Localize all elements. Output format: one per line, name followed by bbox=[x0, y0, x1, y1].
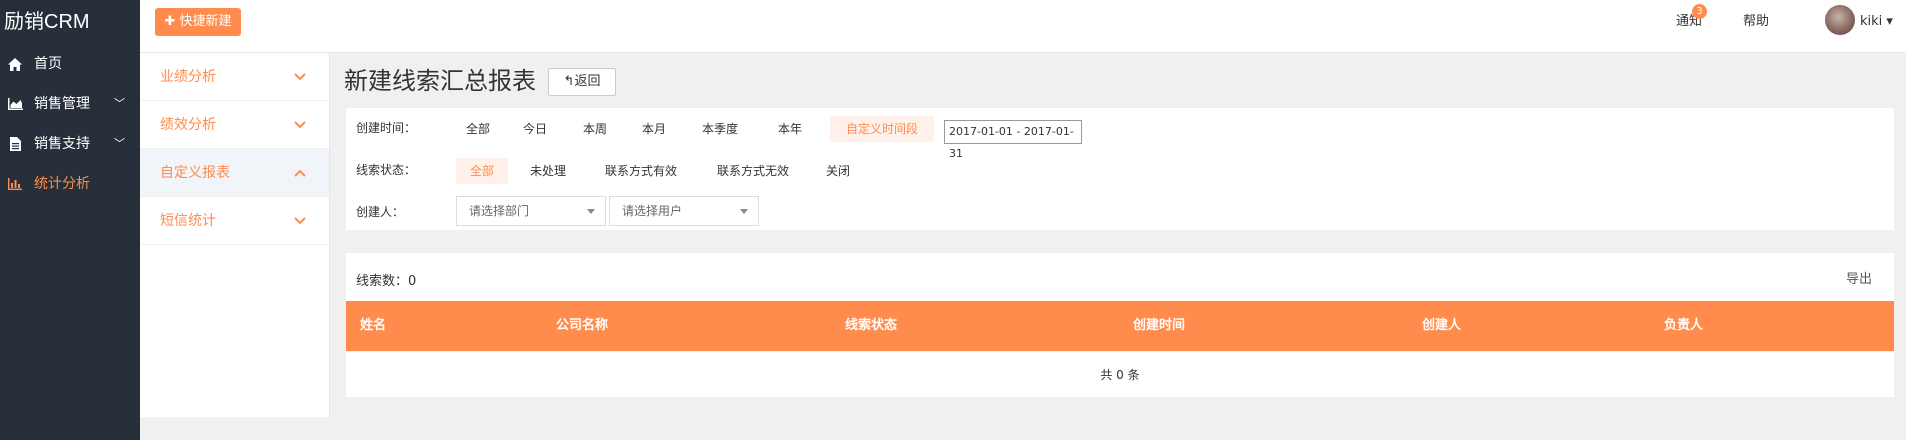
submenu-item-sms-statistics[interactable]: 短信统计 bbox=[140, 197, 329, 245]
user-select[interactable]: 请选择用户 bbox=[609, 196, 759, 226]
quick-new-button[interactable]: ✚ 快捷新建 bbox=[155, 8, 241, 36]
time-option-this-year[interactable]: 本年 bbox=[768, 116, 812, 142]
sidebar-item-sales-support[interactable]: 销售支持 ﹀ bbox=[0, 124, 140, 164]
time-option-this-quarter[interactable]: 本季度 bbox=[694, 116, 746, 142]
sidebar-item-statistics[interactable]: 统计分析 bbox=[0, 164, 140, 204]
column-header-created-time[interactable]: 创建时间 bbox=[1133, 301, 1185, 351]
home-icon bbox=[6, 44, 24, 84]
user-select-placeholder: 请选择用户 bbox=[622, 204, 683, 218]
caret-down-icon bbox=[740, 209, 748, 214]
page-title: 新建线索汇总报表 bbox=[344, 67, 536, 95]
filter-panel: 创建时间： 全部 今日 本周 本月 本季度 本年 自定义时间段 2017-01-… bbox=[346, 108, 1894, 230]
department-select[interactable]: 请选择部门 bbox=[456, 196, 606, 226]
bar-chart-icon bbox=[6, 164, 24, 204]
chevron-down-icon: ﹀ bbox=[114, 97, 125, 110]
document-icon bbox=[6, 124, 24, 164]
table-empty-summary: 共 0 条 bbox=[346, 351, 1894, 397]
creator-label: 创建人： bbox=[356, 205, 405, 219]
sidebar-item-label: 销售管理 bbox=[34, 96, 90, 112]
submenu-item-label: 自定义报表 bbox=[160, 165, 230, 181]
status-option-closed[interactable]: 关闭 bbox=[816, 158, 860, 184]
leads-table-panel: 线索数：0 导出 姓名 公司名称 线索状态 创建时间 创建人 负责人 共 0 条 bbox=[346, 253, 1894, 397]
chevron-down-icon bbox=[293, 53, 307, 101]
notification-count-badge: 3 bbox=[1692, 4, 1707, 19]
submenu-item-custom-report[interactable]: 自定义报表 bbox=[140, 149, 329, 197]
top-bar: ✚ 快捷新建 通知 3 帮助 kiki ▾ bbox=[140, 0, 1906, 53]
sidebar-item-sales-management[interactable]: 销售管理 ﹀ bbox=[0, 84, 140, 124]
chevron-down-icon: ﹀ bbox=[114, 137, 125, 150]
time-option-this-week[interactable]: 本周 bbox=[573, 116, 617, 142]
submenu-item-performance-analysis[interactable]: 业绩分析 bbox=[140, 53, 329, 101]
sidebar-item-label: 统计分析 bbox=[34, 176, 90, 192]
time-option-today[interactable]: 今日 bbox=[513, 116, 557, 142]
column-header-company[interactable]: 公司名称 bbox=[556, 301, 608, 351]
status-option-all[interactable]: 全部 bbox=[456, 158, 508, 184]
status-option-unprocessed[interactable]: 未处理 bbox=[520, 158, 576, 184]
time-option-all[interactable]: 全部 bbox=[456, 116, 500, 142]
user-menu[interactable]: kiki ▾ bbox=[1860, 10, 1893, 34]
export-button[interactable]: 导出 bbox=[1846, 268, 1872, 287]
sidebar-item-label: 首页 bbox=[34, 56, 62, 72]
table-header: 姓名 公司名称 线索状态 创建时间 创建人 负责人 bbox=[346, 301, 1894, 351]
column-header-lead-status[interactable]: 线索状态 bbox=[845, 301, 897, 351]
chevron-up-icon bbox=[293, 149, 307, 197]
submenu-item-kpi-analysis[interactable]: 绩效分析 bbox=[140, 101, 329, 149]
back-button[interactable]: ↰返回 bbox=[548, 68, 616, 96]
lead-status-label: 线索状态： bbox=[356, 163, 417, 177]
report-submenu: 业绩分析 绩效分析 自定义报表 短信统计 bbox=[140, 53, 330, 417]
submenu-item-label: 绩效分析 bbox=[160, 117, 216, 133]
chevron-down-icon bbox=[293, 101, 307, 149]
caret-down-icon bbox=[587, 209, 595, 214]
submenu-item-label: 业绩分析 bbox=[160, 69, 216, 85]
sidebar-item-label: 销售支持 bbox=[34, 136, 90, 152]
submenu-item-label: 短信统计 bbox=[160, 213, 216, 229]
time-option-custom-range[interactable]: 自定义时间段 bbox=[830, 116, 934, 142]
main-sidebar: 励销CRM 首页 销售管理 ﹀ 销售支持 ﹀ 统计分析 bbox=[0, 0, 140, 440]
status-option-contact-valid[interactable]: 联系方式有效 bbox=[594, 158, 688, 184]
avatar[interactable] bbox=[1825, 5, 1855, 35]
chevron-down-icon bbox=[293, 197, 307, 245]
brand-logo[interactable]: 励销CRM bbox=[0, 0, 140, 44]
caret-down-icon: ▾ bbox=[1886, 14, 1893, 29]
lead-count: 线索数：0 bbox=[356, 274, 417, 289]
user-name: kiki bbox=[1860, 14, 1883, 29]
area-chart-icon bbox=[6, 84, 24, 124]
department-select-placeholder: 请选择部门 bbox=[469, 204, 530, 218]
column-header-name[interactable]: 姓名 bbox=[360, 301, 386, 351]
status-option-contact-invalid[interactable]: 联系方式无效 bbox=[706, 158, 800, 184]
date-range-input[interactable]: 2017-01-01 - 2017-01-31 bbox=[944, 120, 1082, 160]
column-header-creator[interactable]: 创建人 bbox=[1422, 301, 1461, 351]
created-time-label: 创建时间： bbox=[356, 121, 417, 135]
help-link[interactable]: 帮助 bbox=[1743, 10, 1769, 34]
time-option-this-month[interactable]: 本月 bbox=[632, 116, 676, 142]
sidebar-item-home[interactable]: 首页 bbox=[0, 44, 140, 84]
column-header-owner[interactable]: 负责人 bbox=[1664, 301, 1703, 351]
